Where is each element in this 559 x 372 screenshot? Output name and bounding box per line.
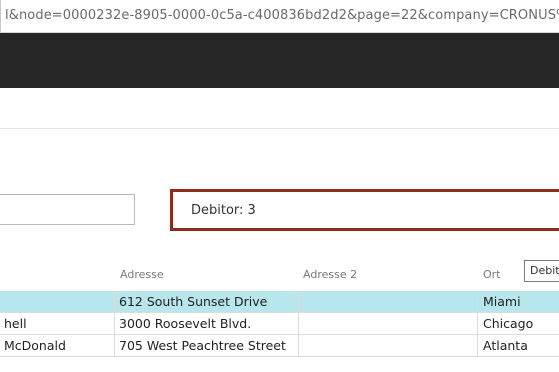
column-header-adresse[interactable]: Adresse (120, 268, 164, 281)
cell-ort: Chicago (483, 316, 534, 331)
address-bar-url: l&node=0000232e-8905-0000-0c5a-c400836bd… (5, 8, 559, 23)
cell-adresse: 3000 Roosevelt Blvd. (119, 316, 252, 331)
column-header-adresse-2[interactable]: Adresse 2 (303, 268, 357, 281)
filter-text: Debitor: 3 (191, 203, 256, 218)
table-row[interactable]: 612 South Sunset Drive Miami (0, 291, 559, 313)
ribbon-area (0, 88, 559, 129)
filter-field[interactable]: Debitor: 3 (170, 189, 559, 231)
tooltip: Debitor (524, 260, 559, 282)
cell-name: hell (4, 316, 27, 331)
search-input[interactable] (0, 194, 135, 225)
table-row[interactable]: McDonald 705 West Peachtree Street Atlan… (0, 335, 559, 357)
column-header-ort[interactable]: Ort (483, 268, 501, 281)
cell-ort: Miami (483, 294, 521, 309)
cell-name: McDonald (4, 338, 66, 353)
cell-ort: Atlanta (483, 338, 528, 353)
cell-adresse: 705 West Peachtree Street (119, 338, 286, 353)
address-bar[interactable]: l&node=0000232e-8905-0000-0c5a-c400836bd… (0, 0, 559, 33)
cell-adresse-2 (303, 335, 475, 357)
table-row[interactable]: hell 3000 Roosevelt Blvd. Chicago (0, 313, 559, 335)
cell-adresse: 612 South Sunset Drive (119, 294, 268, 309)
tooltip-text: Debitor (530, 264, 559, 277)
app-header-bar (0, 33, 559, 88)
cell-name (4, 291, 112, 313)
cell-adresse-2 (303, 313, 475, 335)
cell-adresse-2 (303, 291, 475, 313)
